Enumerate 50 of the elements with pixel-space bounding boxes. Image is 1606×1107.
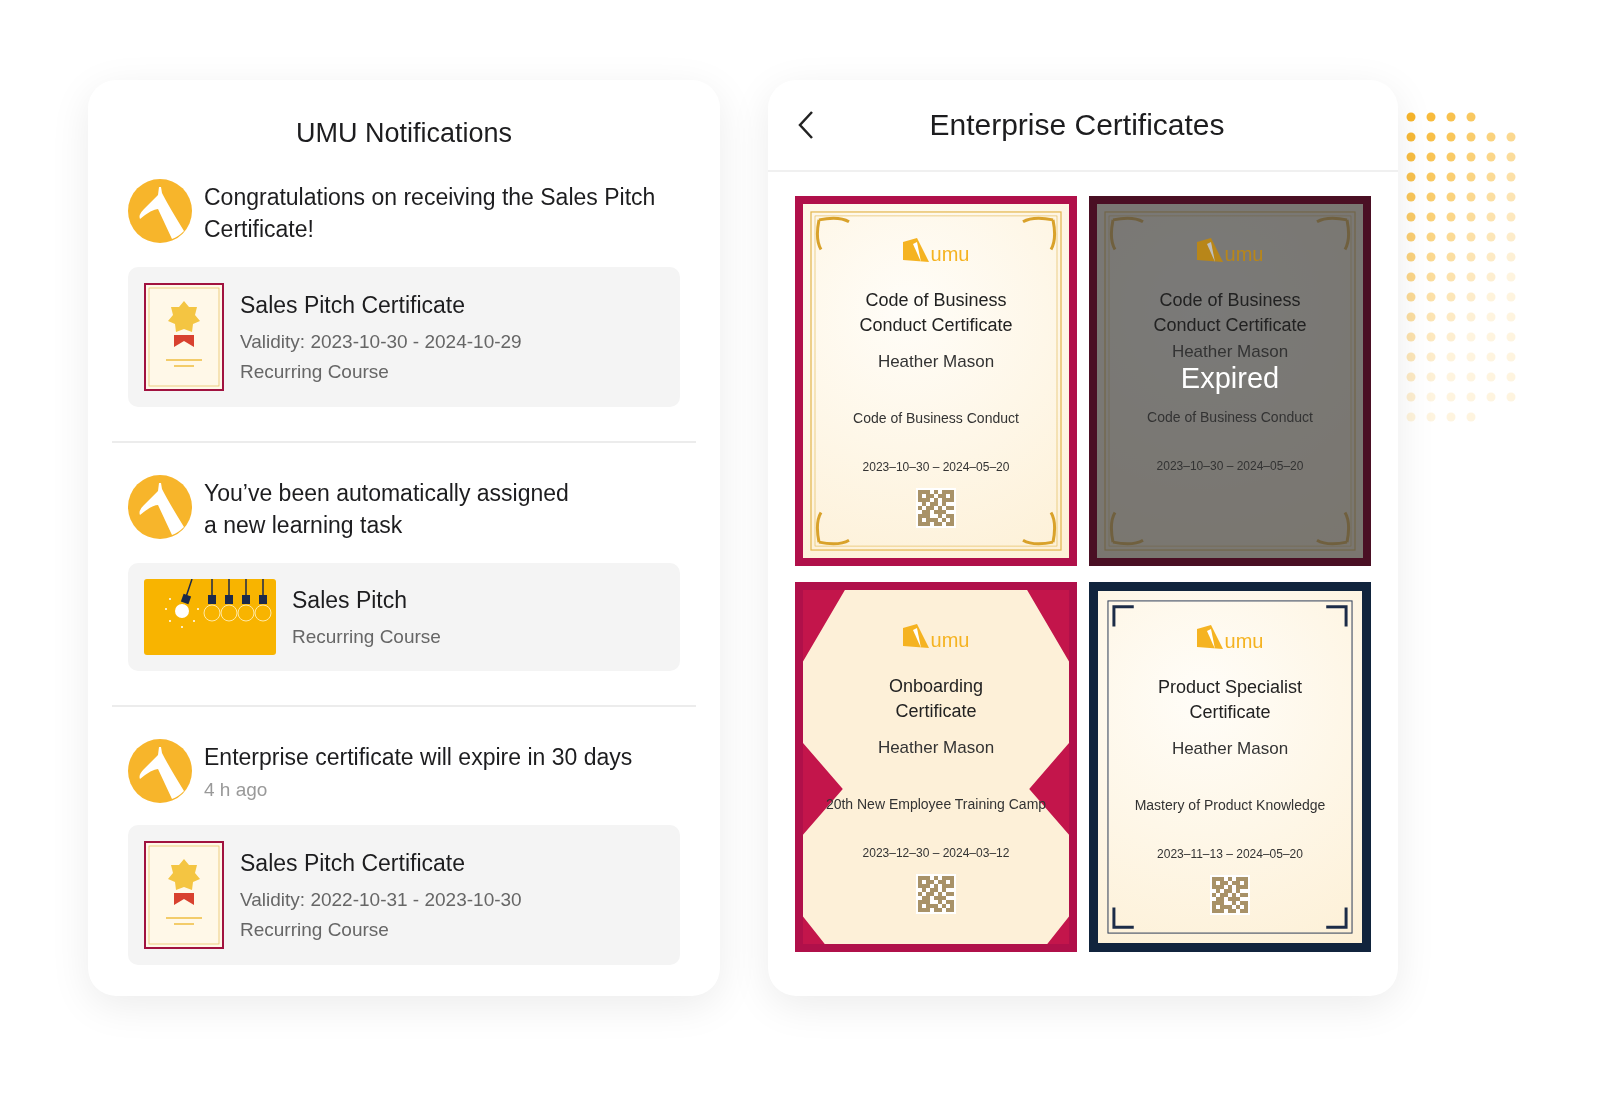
notification-time: 4 h ago [204, 779, 269, 801]
notification-message: Enterprise certificate will expire in 30 days [204, 743, 633, 772]
certificate-title: Onboarding Certificate [887, 675, 985, 723]
item-type: Recurring Course [292, 625, 441, 648]
certificate-title: Code of Business Conduct Certificate [1152, 289, 1308, 337]
logo-text: umu [1224, 631, 1264, 651]
giraffe-avatar-icon [128, 179, 192, 243]
item-type: Recurring Course [240, 918, 390, 941]
certificate-title: Code of Business Conduct Certificate [858, 289, 1014, 337]
item-title: Sales Pitch [292, 586, 409, 614]
notification-message: Congratulations on receiving the Sales Pitch Certificate! [204, 183, 657, 244]
certificate-card[interactable]: umu Code of Business Conduct Certificate Heather Mason Code of Business Conduct 2023–10–30 – 2024–05–20 [795, 196, 1077, 566]
certificate-course: Mastery of Product Knowledge [1134, 797, 1326, 813]
item-validity: Validity: 2022-10-31 - 2023-10-30 [240, 888, 522, 911]
certificate-title: Product Specialist Certificate [1156, 676, 1304, 724]
logo-text: umu [930, 244, 970, 264]
logo-text: umu [1224, 244, 1264, 264]
panel-title: UMU Notifications [294, 118, 514, 149]
qr-code-icon [1210, 875, 1250, 915]
notification-message: You’ve been automatically assigned a new learning task [204, 479, 569, 540]
certificate-dates: 2023–10–30 – 2024–05–20 [1156, 459, 1304, 473]
certificate-holder: Heather Mason [877, 738, 995, 758]
qr-code-icon [916, 874, 956, 914]
logo-icon [902, 624, 929, 650]
item-type: Recurring Course [240, 360, 390, 383]
certificate-course: Code of Business Conduct [1147, 409, 1313, 425]
certificate-course: Code of Business Conduct [853, 410, 1019, 426]
page-title: Enterprise Certificates [928, 108, 1226, 142]
giraffe-avatar-icon [128, 475, 192, 539]
certificate-holder: Heather Mason [1171, 739, 1289, 759]
certificate-card[interactable]: umu Code of Business Conduct Certificate Heather Mason Expired Code of Business Conduct 2023–10–30 – 2024–05–20 [1089, 196, 1371, 566]
certificate-dates: 2023–10–30 – 2024–05–20 [862, 460, 1010, 474]
certificate-holder: Heather Mason [1171, 342, 1289, 362]
certificate-card[interactable]: umu Product Specialist Certificate Heather Mason Mastery of Product Knowledge 2023–11–13 – 2024–05–20 [1089, 582, 1371, 952]
logo-icon [1196, 625, 1223, 651]
notification-item-card[interactable]: Sales Pitch Certificate Validity: 2023-10-30 - 2024-10-29 Recurring Course [128, 267, 680, 407]
qr-code-icon [916, 488, 956, 528]
logo-text: umu [930, 630, 970, 650]
giraffe-avatar-icon [128, 739, 192, 803]
notification-item-card[interactable]: Sales Pitch Certificate Validity: 2022-10-31 - 2023-10-30 Recurring Course [128, 825, 680, 965]
certificate-holder: Heather Mason [877, 352, 995, 372]
certificate-dates: 2023–12–30 – 2024–03–12 [862, 846, 1010, 860]
logo-icon [1196, 238, 1223, 264]
notification-item-card[interactable]: Sales Pitch Recurring Course [128, 563, 680, 671]
item-title: Sales Pitch Certificate [240, 849, 466, 877]
item-title: Sales Pitch Certificate [240, 291, 466, 319]
expired-status: Expired [1180, 362, 1280, 395]
item-validity: Validity: 2023-10-30 - 2024-10-29 [240, 330, 522, 353]
logo-icon [902, 238, 929, 264]
certificate-dates: 2023–11–13 – 2024–05–20 [1157, 847, 1303, 861]
